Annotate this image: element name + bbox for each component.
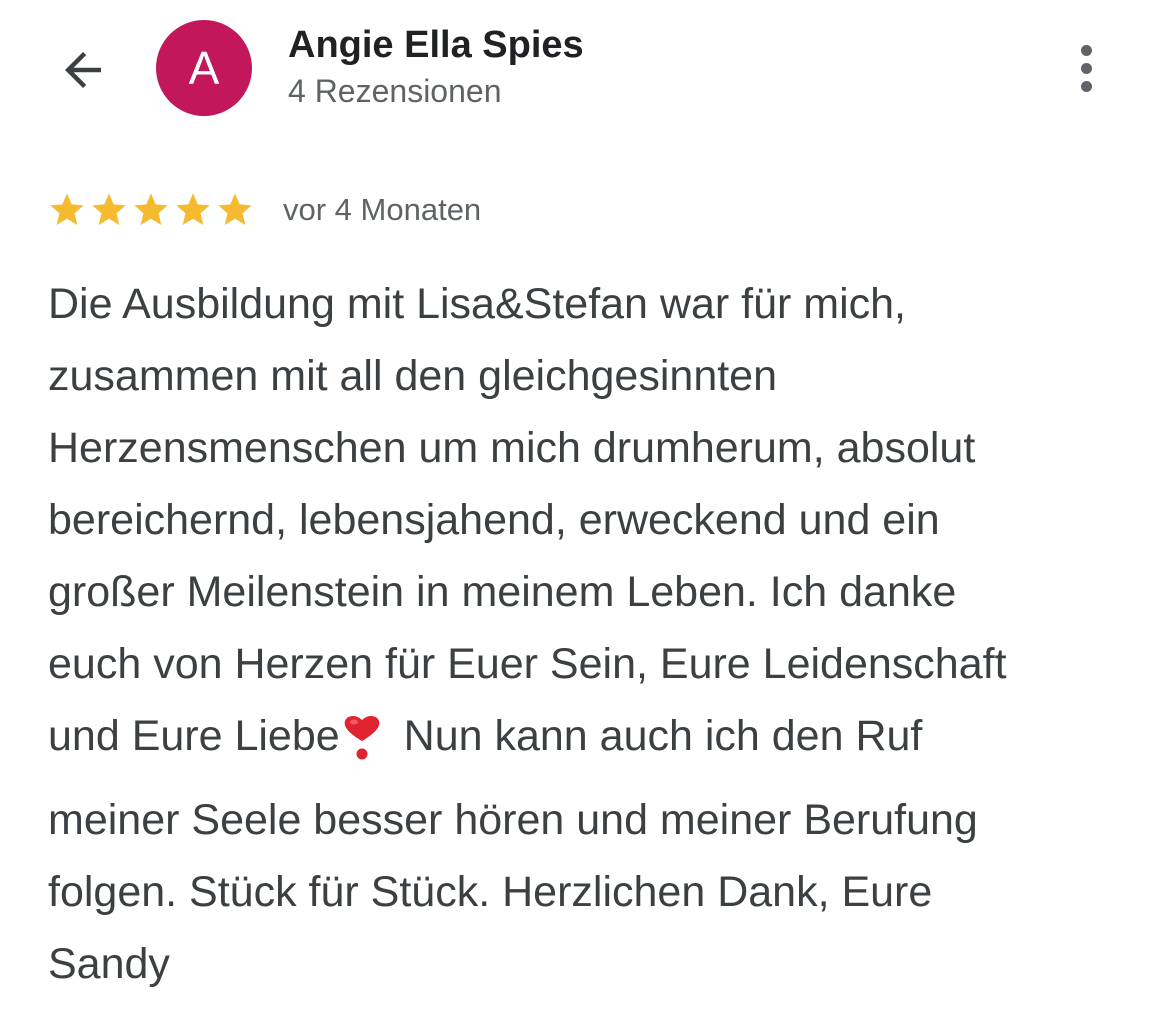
review-count: 4 Rezensionen (288, 73, 502, 109)
reviewer-name[interactable]: Angie Ella Spies (288, 24, 584, 67)
star-icon (92, 193, 126, 225)
star-icon (134, 193, 168, 225)
review-text: Die Ausbildung mit Lisa&Stefan war für m… (48, 268, 1138, 1000)
review-header: A Angie Ella Spies 4 Rezensionen (0, 0, 1170, 140)
avatar[interactable]: A (156, 20, 252, 116)
star-icon (176, 193, 210, 225)
arrow-back-icon (65, 52, 101, 88)
more-vert-icon (1080, 44, 1092, 56)
heavy-heart-exclamation-icon (342, 712, 382, 784)
avatar-letter: A (188, 42, 220, 94)
star-icon (218, 193, 252, 225)
back-button[interactable] (50, 40, 116, 100)
review-text-part-1: Die Ausbildung mit Lisa&Stefan war für m… (48, 280, 1007, 760)
star-rating (47, 190, 257, 230)
rating-row: vor 4 Monaten (47, 188, 481, 232)
more-options-button[interactable] (1058, 38, 1114, 98)
review-date: vor 4 Monaten (283, 192, 482, 227)
star-icon (50, 193, 84, 225)
